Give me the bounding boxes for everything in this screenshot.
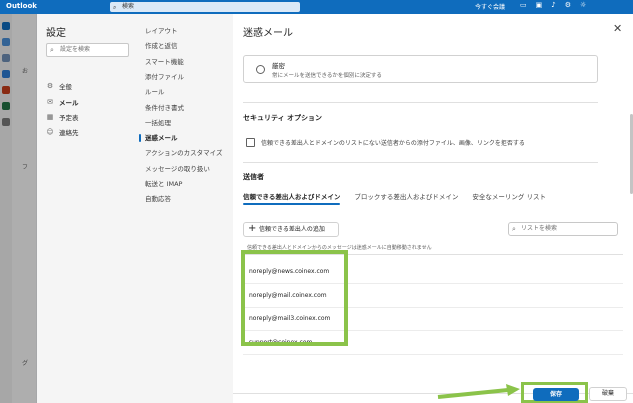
section-item[interactable]: 自動応答 bbox=[145, 194, 171, 204]
strict-option-description: 常にメールを送信できるかを個別に決定する bbox=[272, 73, 382, 79]
settings-category-nav: 設定 ⌕ 設定を検索 ⚙ 全般 ✉ メール ▦ 予定表 ☺ 連絡先 bbox=[37, 14, 137, 403]
section-item[interactable]: スマート機能 bbox=[145, 57, 184, 67]
divider bbox=[243, 102, 598, 103]
gear-top-icon[interactable]: ⚙ bbox=[565, 1, 571, 9]
category-people[interactable]: ☺ 連絡先 bbox=[46, 126, 79, 137]
search-icon: ⌕ bbox=[113, 4, 117, 11]
close-icon[interactable]: ✕ bbox=[613, 22, 622, 35]
mail-section-nav: レイアウト作成と返信スマート機能 添付ファイル ルール条件付き書式 一括処理迷惑メール… bbox=[137, 14, 233, 403]
section-item[interactable]: メッセージの取り扱い bbox=[145, 164, 210, 174]
senders-tabs: 信頼できる差出人およびドメイン ブロックする差出人およびドメイン 安全なメーリング … bbox=[243, 191, 546, 205]
security-options-title: セキュリティ オプション bbox=[243, 114, 323, 122]
calendar-top-icon[interactable]: ▣ bbox=[536, 1, 543, 9]
save-button[interactable]: 保存 bbox=[533, 388, 579, 401]
global-search-placeholder: 検索 bbox=[122, 3, 135, 10]
section-item[interactable]: レイアウト bbox=[145, 26, 178, 36]
annotation-arrow-icon bbox=[437, 384, 520, 399]
outlook-topbar: Outlook ⌕ 検索 今すぐ会議 ▭ ▣ ♪ ⚙ ☼ bbox=[0, 0, 633, 14]
app-name: Outlook bbox=[6, 2, 37, 10]
discard-button[interactable]: 破棄 bbox=[589, 387, 627, 401]
tab-0[interactable]: 信頼できる差出人およびドメイン bbox=[243, 191, 341, 205]
category-label: 予定表 bbox=[59, 113, 79, 122]
category-label: メール bbox=[59, 98, 79, 107]
annotation-highlight-entries bbox=[241, 250, 348, 346]
strict-option-card[interactable]: 厳密 常にメールを送信できるかを個別に決定する bbox=[243, 55, 598, 83]
category-label: 連絡先 bbox=[59, 128, 79, 137]
section-item[interactable]: アクションのカスタマイズ bbox=[145, 148, 222, 158]
people-icon: ☺ bbox=[46, 127, 54, 136]
section-item[interactable]: ルール bbox=[145, 87, 165, 97]
strict-option-label: 厳密 bbox=[272, 62, 285, 70]
lightbulb-icon[interactable]: ☼ bbox=[580, 1, 586, 9]
strict-radio[interactable] bbox=[256, 65, 265, 74]
section-item[interactable]: 一括処理 bbox=[145, 118, 171, 128]
meet-now-button[interactable]: 今すぐ会議 bbox=[475, 2, 505, 11]
bell-icon[interactable]: ♪ bbox=[551, 1, 555, 9]
settings-search-input[interactable]: ⌕ 設定を検索 bbox=[46, 43, 129, 57]
gear-icon: ⚙ bbox=[46, 81, 54, 90]
settings-search-placeholder: 設定を検索 bbox=[60, 46, 91, 53]
divider bbox=[243, 162, 598, 163]
global-search-input[interactable]: ⌕ 検索 bbox=[110, 2, 300, 12]
category-gear[interactable]: ⚙ 全般 bbox=[46, 80, 72, 91]
pane-title: 迷惑メール bbox=[243, 28, 293, 39]
list-search-placeholder: リストを検索 bbox=[521, 225, 558, 232]
category-calendar[interactable]: ▦ 予定表 bbox=[46, 111, 79, 122]
plus-icon: + bbox=[248, 223, 257, 234]
search-icon: ⌕ bbox=[512, 225, 516, 233]
category-label: 全般 bbox=[59, 82, 72, 91]
add-trusted-sender-button[interactable]: + 信頼できる差出人の追加 bbox=[243, 222, 339, 237]
category-mail[interactable]: ✉ メール bbox=[46, 96, 79, 107]
topbar-icons: ▭ ▣ ♪ ⚙ ☼ bbox=[520, 1, 586, 9]
section-item[interactable]: 作成と返信 bbox=[145, 41, 178, 51]
senders-title: 送信者 bbox=[243, 173, 264, 181]
settings-title: 設定 bbox=[46, 28, 66, 39]
tab-2[interactable]: 安全なメーリング リスト bbox=[472, 191, 546, 203]
section-item[interactable]: 条件付き書式 bbox=[145, 103, 184, 113]
add-trusted-sender-label: 信頼できる差出人の追加 bbox=[259, 226, 325, 233]
mail-icon: ✉ bbox=[47, 97, 53, 106]
list-search-input[interactable]: ⌕ リストを検索 bbox=[508, 222, 618, 236]
block-attachments-checkbox[interactable] bbox=[246, 138, 255, 147]
section-item[interactable]: 転送と IMAP bbox=[145, 179, 182, 189]
search-icon: ⌕ bbox=[50, 46, 54, 54]
tab-1[interactable]: ブロックする差出人およびドメイン bbox=[354, 191, 458, 203]
block-attachments-label: 信頼できる差出人とドメインのリストにない送信者からの添付ファイル、画像、リンクを… bbox=[261, 140, 525, 147]
active-indicator bbox=[139, 134, 141, 143]
section-item[interactable]: 添付ファイル bbox=[145, 72, 184, 82]
video-icon[interactable]: ▭ bbox=[520, 1, 527, 9]
calendar-icon: ▦ bbox=[46, 112, 54, 121]
section-item[interactable]: 迷惑メール bbox=[145, 133, 178, 143]
